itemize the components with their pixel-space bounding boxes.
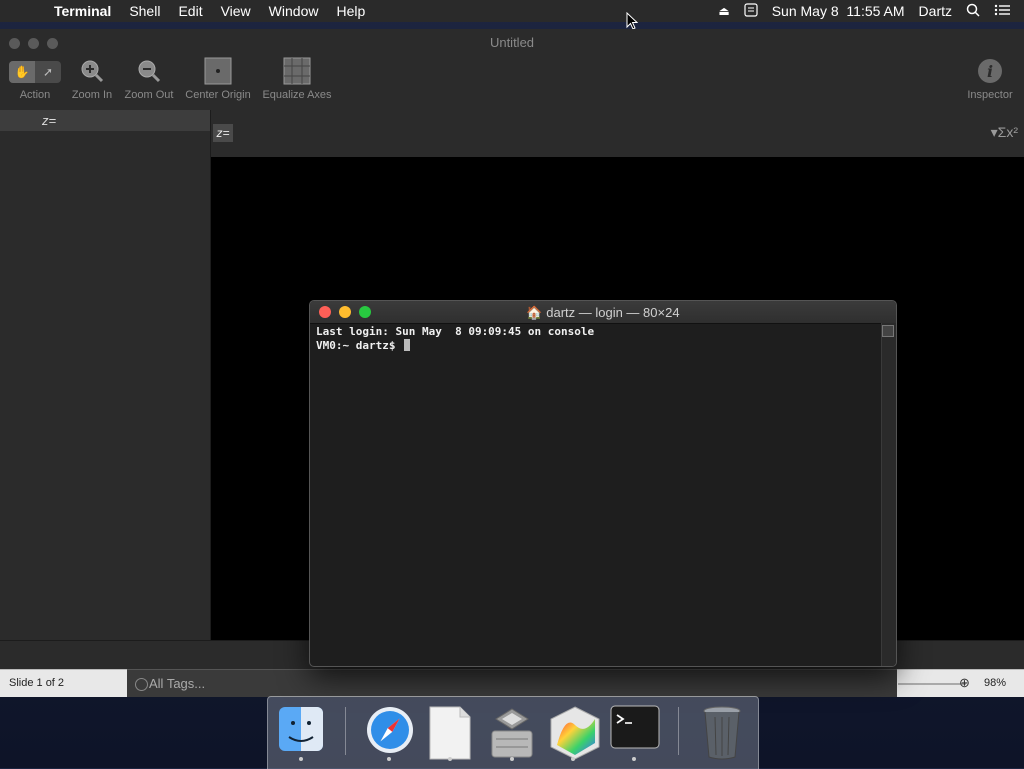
trash-icon (698, 706, 746, 765)
terminal-prompt-line: VM0:~ dartz$ (316, 339, 880, 353)
menu-shell[interactable]: Shell (120, 0, 169, 22)
equation-sidebar: z= + (0, 110, 211, 666)
running-indicator (510, 757, 514, 761)
zoom-out-label: Zoom Out (124, 89, 174, 101)
inspector-button[interactable]: i Inspector (962, 55, 1018, 101)
grapher-titlebar[interactable]: Untitled (0, 29, 1024, 55)
equation-palette-icon[interactable]: ▾Σx² (991, 124, 1018, 141)
zoom-in-label: Zoom In (71, 89, 113, 101)
terminal-titlebar[interactable]: 🏠 dartz — login — 80×24 (310, 301, 896, 324)
dock (267, 696, 759, 769)
grapher-toolbar: ✋ ➚ Action Zoom In Zoom Out Center Origi… (0, 55, 1024, 109)
dock-safari[interactable] (365, 705, 413, 761)
dock-finder[interactable] (277, 705, 325, 761)
svg-text:i: i (987, 62, 993, 81)
center-origin-label: Center Origin (185, 89, 251, 101)
sidebar-equation-row[interactable]: z= (0, 110, 210, 131)
hand-icon[interactable]: ✋ (9, 61, 35, 83)
center-origin-icon (204, 57, 232, 85)
menubar-clock[interactable]: Sun May 8 11:55 AM (772, 3, 905, 19)
menu-app-name[interactable]: Terminal (54, 0, 120, 22)
zoom-in-icon (78, 57, 106, 85)
dock-textedit[interactable] (426, 705, 474, 761)
zoom-plus-icon[interactable]: ⊕ (959, 675, 970, 691)
equalize-axes-button[interactable]: Equalize Axes (258, 55, 336, 101)
running-indicator (632, 757, 636, 761)
scroll-split-button[interactable] (882, 325, 894, 337)
menubar-user[interactable]: Dartz (919, 3, 952, 19)
spotlight-search-icon[interactable] (966, 3, 980, 20)
menu-view[interactable]: View (212, 0, 260, 22)
zoom-in-button[interactable]: Zoom In (66, 55, 118, 101)
terminal-prompt: VM0:~ dartz$ (316, 339, 403, 352)
center-origin-button[interactable]: Center Origin (181, 55, 255, 101)
menu-edit[interactable]: Edit (169, 0, 211, 22)
dock-separator (345, 707, 346, 755)
tag-circle-icon (135, 678, 148, 691)
equation-prefix[interactable]: z= (213, 124, 233, 142)
all-tags-label[interactable]: All Tags... (149, 676, 205, 691)
equation-bar: z= ▾Σx² (211, 110, 1024, 157)
zoom-slider[interactable] (898, 683, 966, 685)
running-indicator (448, 757, 452, 761)
tags-bar: All Tags... (127, 669, 897, 697)
running-indicator (571, 757, 575, 761)
grapher-icon (549, 706, 601, 765)
zoom-level: 98% (983, 677, 1006, 689)
terminal-cursor (404, 339, 411, 351)
eject-icon[interactable]: ⏏ (718, 4, 729, 18)
input-menu-icon[interactable] (744, 2, 758, 20)
terminal-scrollbar[interactable] (881, 323, 896, 666)
equalize-axes-icon (283, 57, 311, 85)
slide-indicator: Slide 1 of 2 (9, 677, 65, 689)
running-indicator (387, 757, 391, 761)
menu-bar: Terminal Shell Edit View Window Help ⏏ S… (0, 0, 1024, 22)
equalize-axes-label: Equalize Axes (262, 89, 332, 101)
action-tool[interactable]: ✋ ➚ Action (8, 55, 62, 101)
pointer-icon[interactable]: ➚ (35, 61, 61, 83)
action-label: Action (19, 89, 51, 101)
zoom-out-icon (135, 57, 163, 85)
menu-window[interactable]: Window (260, 0, 328, 22)
terminal-window: 🏠 dartz — login — 80×24 Last login: Sun … (309, 300, 897, 667)
info-icon: i (976, 57, 1004, 85)
dock-terminal[interactable] (610, 705, 660, 761)
action-segmented-control[interactable]: ✋ ➚ (9, 61, 61, 83)
running-indicator (299, 757, 303, 761)
finder-icon (277, 707, 325, 757)
inspector-label: Inspector (967, 89, 1013, 101)
home-icon: 🏠 (526, 305, 543, 320)
terminal-output[interactable]: Last login: Sun May 8 09:09:45 on consol… (316, 325, 880, 353)
zoom-out-button[interactable]: Zoom Out (120, 55, 178, 101)
menu-help[interactable]: Help (327, 0, 374, 22)
dock-trash[interactable] (698, 705, 746, 760)
grapher-window-title: Untitled (489, 35, 535, 50)
terminal-line: Last login: Sun May 8 09:09:45 on consol… (316, 325, 595, 338)
dock-separator (678, 707, 679, 755)
notification-center-icon[interactable] (994, 3, 1010, 20)
dock-grapher[interactable] (549, 705, 600, 761)
dock-bootcamp[interactable] (488, 705, 536, 761)
terminal-title-text: dartz — login — 80×24 (546, 305, 680, 320)
terminal-title: 🏠 dartz — login — 80×24 (310, 305, 896, 321)
terminal-icon (610, 705, 660, 753)
